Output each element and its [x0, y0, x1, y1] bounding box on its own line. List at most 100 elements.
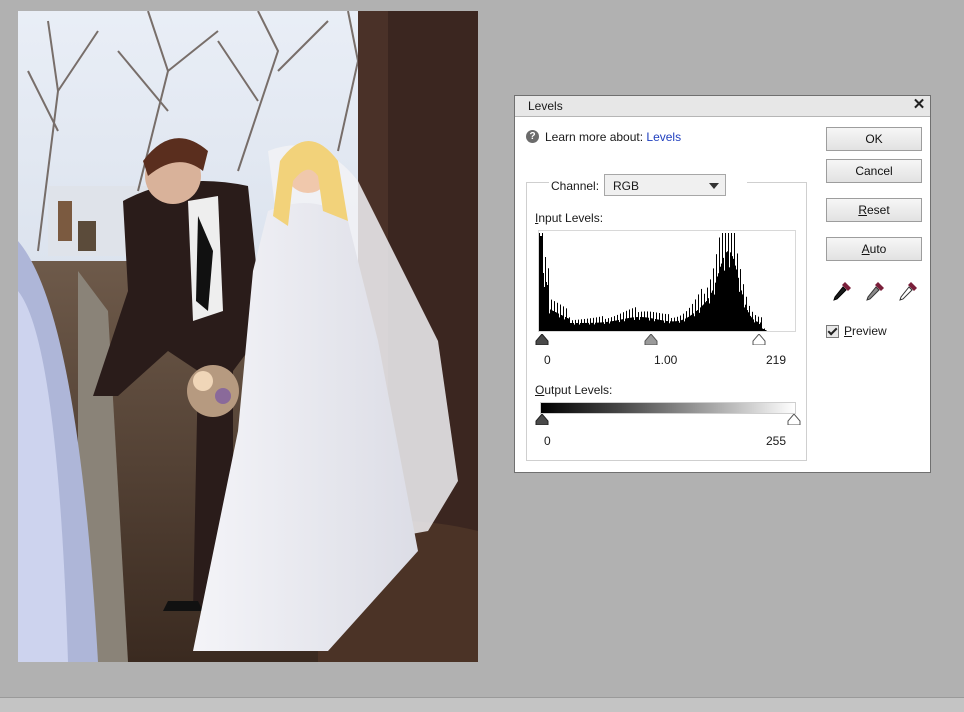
histogram-bar — [664, 322, 665, 331]
histogram-bar — [620, 313, 621, 331]
histogram-bar — [578, 319, 579, 331]
histogram-bar — [550, 309, 551, 331]
histogram-bar — [634, 319, 635, 331]
histogram-bar — [671, 317, 672, 331]
cancel-button[interactable]: Cancel — [826, 159, 922, 183]
histogram-bar — [563, 306, 564, 331]
histogram-bar — [619, 322, 620, 331]
histogram-bar — [669, 323, 670, 331]
histogram-bar — [560, 304, 561, 331]
histogram-bar — [693, 313, 694, 331]
histogram-bar — [717, 276, 718, 331]
histogram-bar — [692, 303, 693, 331]
histogram-bar — [712, 290, 713, 331]
histogram-bar — [751, 317, 752, 331]
histogram-bar — [607, 321, 608, 331]
histogram-bar — [546, 282, 547, 331]
close-icon[interactable]: ✕ — [911, 97, 927, 113]
output-white-slider-handle[interactable] — [787, 414, 801, 425]
input-white-value[interactable]: 219 — [766, 353, 786, 367]
eyedropper-black-icon[interactable] — [831, 280, 853, 304]
help-circle-icon[interactable]: ? — [526, 130, 539, 144]
histogram-bar — [585, 322, 586, 331]
histogram-bar — [594, 324, 595, 331]
histogram-bar — [595, 322, 596, 331]
histogram-bar — [718, 273, 719, 331]
input-black-slider-handle[interactable] — [535, 334, 549, 345]
histogram-bar — [729, 267, 730, 331]
histogram-bar — [561, 314, 562, 331]
histogram-bar — [569, 317, 570, 331]
preview-label[interactable]: Preview — [844, 324, 887, 338]
histogram-bar — [543, 273, 544, 331]
histogram-bar — [696, 310, 697, 331]
auto-button[interactable]: Auto — [826, 237, 922, 261]
histogram-bar — [687, 317, 688, 331]
status-bar — [0, 697, 964, 712]
histogram-bar — [743, 284, 744, 331]
ok-button[interactable]: OK — [826, 127, 922, 151]
eyedropper-gray-icon[interactable] — [864, 280, 886, 304]
input-levels-slider[interactable] — [535, 334, 805, 346]
histogram-bar — [706, 301, 707, 331]
output-levels-slider[interactable] — [535, 414, 805, 426]
histogram-bar — [752, 311, 753, 331]
histogram-bar — [737, 253, 738, 331]
histogram-bar — [734, 233, 735, 331]
histogram-bar — [554, 301, 555, 331]
output-black-value[interactable]: 0 — [544, 434, 551, 448]
histogram-bar — [727, 251, 728, 331]
histogram-bar — [705, 302, 706, 331]
histogram-bar — [651, 318, 652, 331]
histogram-bar — [645, 317, 646, 331]
channel-select[interactable]: RGB — [604, 174, 726, 196]
histogram-bar — [697, 310, 698, 331]
histogram-bar — [731, 233, 732, 331]
histogram-bar — [640, 317, 641, 331]
histogram-bar — [545, 257, 546, 331]
histogram-bar — [542, 233, 543, 331]
histogram-bar — [756, 321, 757, 331]
histogram-bar — [676, 321, 677, 331]
input-gamma-slider-handle[interactable] — [644, 334, 658, 345]
histogram-bar — [739, 291, 740, 331]
histogram-bar — [679, 322, 680, 331]
input-gamma-value[interactable]: 1.00 — [654, 353, 677, 367]
histogram-bar — [599, 316, 600, 331]
reset-button[interactable]: Reset — [826, 198, 922, 222]
learn-more-link[interactable]: Levels — [646, 130, 681, 144]
histogram-bar — [747, 310, 748, 331]
histogram-bar — [741, 290, 742, 331]
learn-more-row: ? Learn more about: Levels — [526, 129, 681, 145]
histogram-bar — [745, 304, 746, 331]
histogram-bar — [621, 319, 622, 331]
histogram-graph — [539, 233, 767, 331]
histogram-bar — [540, 236, 541, 331]
histogram-bar — [600, 322, 601, 331]
histogram-bar — [583, 322, 584, 331]
output-white-value[interactable]: 255 — [766, 434, 786, 448]
input-white-slider-handle[interactable] — [752, 334, 766, 345]
histogram-bar — [549, 313, 550, 331]
histogram-bar — [691, 314, 692, 331]
histogram-bar — [658, 319, 659, 331]
histogram-bar — [766, 330, 767, 331]
input-black-value[interactable]: 0 — [544, 353, 551, 367]
histogram-bar — [730, 252, 731, 331]
preview-checkbox[interactable] — [826, 325, 839, 338]
eyedropper-white-icon[interactable] — [897, 280, 919, 304]
histogram-bar — [690, 315, 691, 331]
histogram-bar — [571, 322, 572, 331]
histogram-bar — [654, 321, 655, 331]
eyedropper-group — [831, 280, 921, 306]
histogram-bar — [592, 322, 593, 331]
histogram-bar — [547, 285, 548, 331]
histogram-bar — [682, 319, 683, 331]
histogram-bar — [627, 318, 628, 331]
histogram-bar — [602, 316, 603, 331]
histogram-bar — [574, 324, 575, 331]
output-black-slider-handle[interactable] — [535, 414, 549, 425]
histogram-bar — [683, 313, 684, 331]
histogram-bar — [567, 317, 568, 331]
dialog-titlebar[interactable]: Levels ✕ — [515, 96, 930, 117]
